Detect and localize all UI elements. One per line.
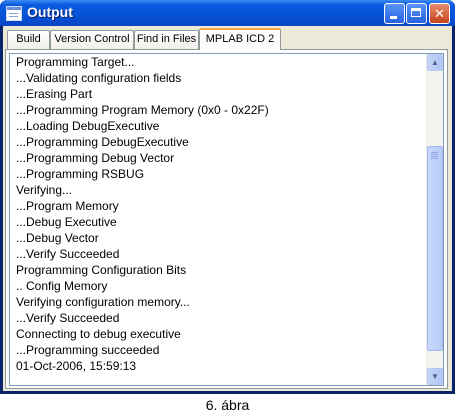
tab-strip: Build Version Control Find in Files MPLA… (3, 26, 452, 50)
output-line: Programming Configuration Bits (16, 263, 187, 277)
output-line: Programming Target... (16, 55, 135, 69)
arrow-up-icon: ▲ (431, 58, 439, 67)
arrow-down-icon: ▼ (431, 372, 439, 381)
output-listbox[interactable]: Programming Target... ...Validating confi… (9, 53, 444, 386)
output-window: Output ✕ Build Version Control Find in F… (0, 0, 455, 394)
output-line: ...Debug Executive (16, 215, 117, 229)
output-line: ...Programming DebugExecutive (16, 135, 189, 149)
tab-mplab-icd-2[interactable]: MPLAB ICD 2 (199, 28, 281, 50)
output-line: ...Erasing Part (16, 87, 93, 101)
output-client-area: Build Version Control Find in Files MPLA… (3, 26, 452, 391)
scroll-thumb[interactable] (427, 146, 443, 351)
output-line: ...Loading DebugExecutive (16, 119, 160, 133)
title-bar[interactable]: Output ✕ (0, 0, 455, 26)
output-line: ...Verify Succeeded (16, 247, 120, 261)
grip-icon (431, 152, 438, 153)
output-line: ...Programming succeeded (16, 343, 160, 357)
tab-version-control[interactable]: Version Control (50, 30, 134, 49)
tab-find-in-files[interactable]: Find in Files (134, 30, 199, 49)
tab-panel: Programming Target... ...Validating confi… (5, 49, 448, 389)
output-line: .. Config Memory (16, 279, 108, 293)
output-lines: Programming Target... ...Validating confi… (16, 54, 424, 374)
output-line: Connecting to debug executive (16, 327, 181, 341)
output-line: Verifying configuration memory... (16, 295, 190, 309)
scroll-up-button[interactable]: ▲ (427, 54, 443, 71)
window-title: Output (27, 4, 73, 20)
output-line: ...Programming Program Memory (0x0 - 0x2… (16, 103, 269, 117)
output-line: ...Verify Succeeded (16, 311, 120, 325)
output-line: ...Validating configuration fields (16, 71, 182, 85)
output-line: ...Program Memory (16, 199, 119, 213)
scroll-down-button[interactable]: ▼ (427, 368, 443, 385)
maximize-icon (411, 8, 421, 17)
output-line: 01-Oct-2006, 15:59:13 (16, 359, 137, 373)
output-line: Verifying... (16, 183, 73, 197)
close-button[interactable]: ✕ (429, 3, 450, 24)
figure-caption: 6. ábra (205, 397, 250, 413)
window-icon (6, 6, 22, 21)
output-line: ...Programming Debug Vector (16, 151, 175, 165)
minimize-button[interactable] (384, 3, 405, 24)
maximize-button[interactable] (406, 3, 427, 24)
output-line: ...Programming RSBUG (16, 167, 145, 181)
tab-build[interactable]: Build (7, 30, 50, 49)
vertical-scrollbar[interactable]: ▲ ▼ (426, 54, 443, 385)
minimize-icon (390, 16, 397, 19)
output-line: ...Debug Vector (16, 231, 99, 245)
close-icon: ✕ (434, 6, 445, 21)
